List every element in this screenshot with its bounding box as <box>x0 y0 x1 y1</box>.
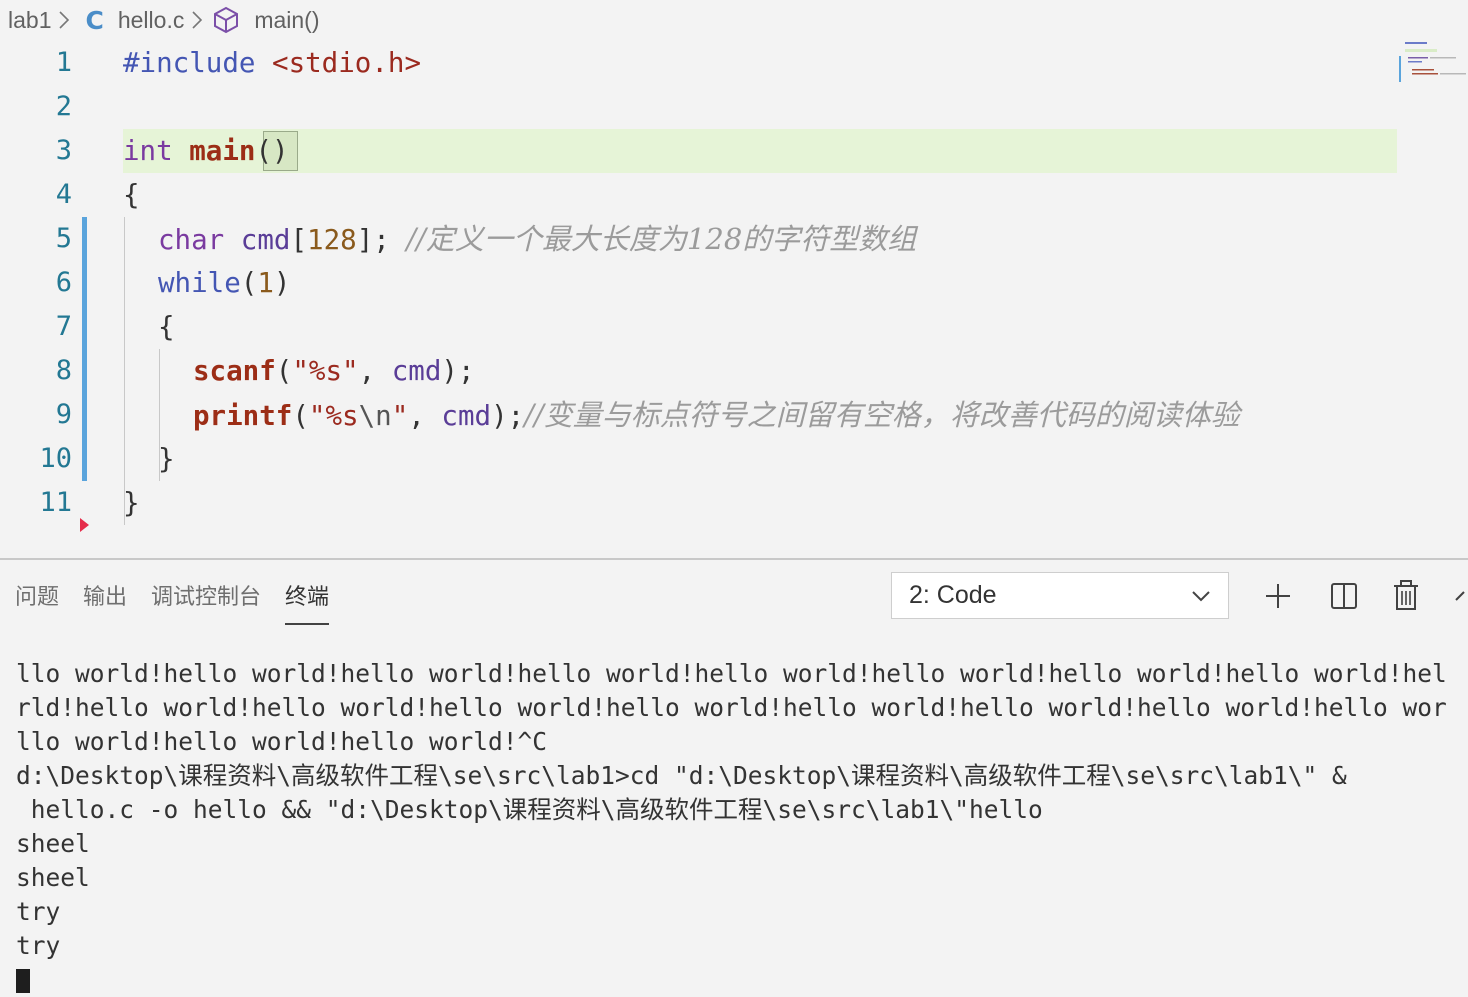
paren: ); <box>441 355 475 387</box>
breadcrumb-folder[interactable]: lab1 <box>8 7 51 34</box>
indent-guide <box>124 217 125 525</box>
panel-tabs: 问题 输出 调试控制台 终端 <box>0 568 353 628</box>
terminal-line: sheel <box>16 829 90 858</box>
git-modified-bar[interactable] <box>82 217 87 481</box>
code-line[interactable]: while(1) <box>158 261 290 305</box>
code-line[interactable]: } <box>158 437 175 481</box>
function-name: main <box>189 135 256 167</box>
line-number[interactable]: 9 <box>0 393 72 437</box>
identifier: cmd <box>391 355 442 387</box>
brace: } <box>158 443 175 475</box>
number-literal: 128 <box>307 224 357 256</box>
code-line[interactable]: { <box>123 173 140 217</box>
chevron-right-icon <box>192 11 203 29</box>
split-terminal-icon[interactable] <box>1328 578 1360 614</box>
string-literal: "%s <box>308 400 359 432</box>
code-line[interactable]: char cmd[128]; //定义一个最大长度为128的字符型数组 <box>158 217 916 261</box>
number-literal: 1 <box>257 267 274 299</box>
line-number[interactable]: 6 <box>0 261 72 305</box>
terminal-line: d:\Desktop\课程资料\高级软件工程\se\src\lab1>cd "d… <box>16 761 1347 790</box>
line-number[interactable]: 3 <box>0 129 72 173</box>
paren: ); <box>491 400 525 432</box>
current-line-highlight <box>123 129 1397 173</box>
brace: } <box>123 487 140 519</box>
type-keyword: int <box>123 135 173 167</box>
terminal-line: sheel <box>16 863 90 892</box>
code-line[interactable]: { <box>158 305 175 349</box>
terminal-line: hello.c -o hello && "d:\Desktop\课程资料\高级软… <box>16 795 1043 824</box>
code-editor[interactable]: 1 2 3 4 5 6 7 8 9 10 11 #include <stdio.… <box>0 40 1468 558</box>
terminal-output[interactable]: llo world!hello world!hello world!hello … <box>16 657 1468 993</box>
line-number[interactable]: 11 <box>0 481 72 525</box>
tab-output[interactable]: 输出 <box>83 568 127 628</box>
line-number[interactable]: 8 <box>0 349 72 393</box>
terminal-line: llo world!hello world!hello world!hello … <box>16 659 1447 688</box>
method-cube-icon <box>214 6 239 34</box>
minimap[interactable] <box>1398 40 1468 90</box>
terminal-line: try <box>16 897 61 926</box>
comma: , <box>358 355 392 387</box>
escape-sequence: \n <box>358 400 392 432</box>
paren: ( <box>292 400 309 432</box>
paren: ( <box>240 267 258 299</box>
code-comment: //变量与标点符号之间留有空格，将改善代码的阅读体验 <box>524 398 1240 432</box>
terminal-cursor <box>16 969 30 993</box>
breadcrumb-symbol[interactable]: main() <box>254 7 319 34</box>
type-keyword: char <box>158 224 225 256</box>
bracket: [ <box>290 224 308 256</box>
breadcrumb-file[interactable]: hello.c <box>118 7 184 34</box>
terminal-line: llo world!hello world!hello world!^C <box>16 727 548 756</box>
code-line[interactable]: scanf("%s", cmd); <box>193 349 475 393</box>
string-literal: "%s" <box>292 355 359 387</box>
paren: ) <box>273 267 291 299</box>
code-comment: //定义一个最大长度为128的字符型数组 <box>406 222 917 256</box>
terminal-line: try <box>16 931 61 960</box>
add-terminal-plus-icon[interactable] <box>1262 578 1294 614</box>
preprocessor-directive: #include <box>123 47 256 79</box>
code-line[interactable]: #include <stdio.h> <box>123 41 421 85</box>
identifier: cmd <box>240 224 291 256</box>
control-keyword: while <box>158 267 241 299</box>
line-number[interactable]: 4 <box>0 173 72 217</box>
chevron-right-icon <box>59 11 70 29</box>
paren: ( <box>275 355 293 387</box>
code-line[interactable]: } <box>123 481 140 525</box>
brace: { <box>158 311 175 343</box>
include-header: <stdio.h> <box>272 47 422 79</box>
identifier: cmd <box>441 400 492 432</box>
tab-terminal[interactable]: 终端 <box>285 568 330 628</box>
function-call: printf <box>193 400 293 432</box>
chevron-down-icon <box>1192 590 1210 601</box>
terminal-cursor-line <box>16 963 1468 997</box>
comma: , <box>408 400 442 432</box>
line-number[interactable]: 2 <box>0 85 72 129</box>
line-number[interactable]: 10 <box>0 437 72 481</box>
breadcrumb: lab1 C hello.c main() <box>0 0 1468 40</box>
breakpoint-marker-icon[interactable] <box>80 518 89 532</box>
panel-divider[interactable] <box>0 558 1468 560</box>
code-line[interactable]: int main() <box>123 129 289 173</box>
trash-icon[interactable] <box>1390 578 1422 614</box>
terminal-select-dropdown[interactable]: 2: Code <box>891 572 1229 619</box>
line-number[interactable]: 7 <box>0 305 72 349</box>
line-number[interactable]: 5 <box>0 217 72 261</box>
tab-debug-console[interactable]: 调试控制台 <box>151 568 261 628</box>
function-call: scanf <box>193 355 276 387</box>
code-line[interactable]: printf("%s\n", cmd);//变量与标点符号之间留有空格，将改善代… <box>193 393 1240 437</box>
brace: { <box>123 179 140 211</box>
parens: () <box>255 135 289 167</box>
chevron-up-icon[interactable] <box>1454 578 1468 614</box>
c-file-icon: C <box>85 5 104 35</box>
string-literal: " <box>391 400 409 432</box>
line-number[interactable]: 1 <box>0 41 72 85</box>
terminal-select-value: 2: Code <box>909 581 997 609</box>
bracket: ]; <box>356 224 390 256</box>
tab-problems[interactable]: 问题 <box>15 568 59 628</box>
terminal-line: rld!hello world!hello world!hello world!… <box>16 693 1447 722</box>
